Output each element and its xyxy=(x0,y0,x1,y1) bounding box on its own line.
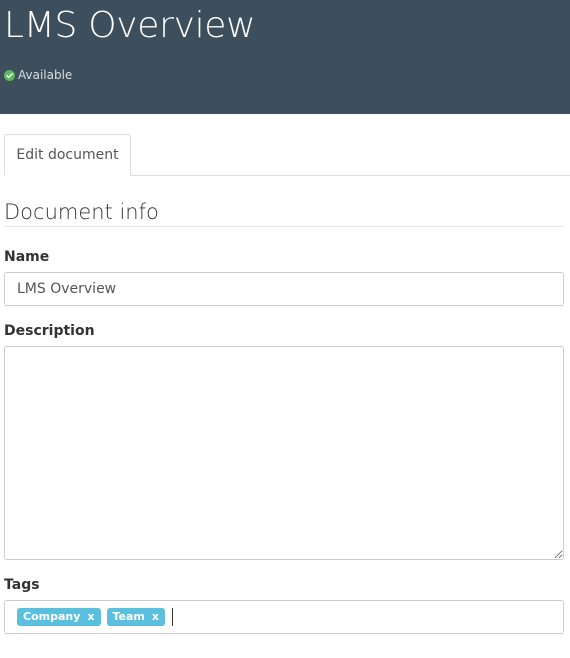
tab-edit-document[interactable]: Edit document xyxy=(4,134,131,176)
tab-bar: Edit document xyxy=(4,134,570,176)
description-textarea[interactable] xyxy=(4,346,564,560)
name-label: Name xyxy=(4,249,50,265)
tag-team: Team x xyxy=(106,608,165,626)
tags-input[interactable]: Company x Team x xyxy=(4,600,564,634)
check-circle-icon xyxy=(4,69,15,81)
page-title: LMS Overview xyxy=(4,5,256,46)
tag-label: Company xyxy=(23,610,81,623)
tag-company: Company x xyxy=(17,608,101,626)
tag-remove-button[interactable]: x xyxy=(152,608,159,626)
description-label: Description xyxy=(4,323,95,339)
tag-remove-button[interactable]: x xyxy=(87,608,94,626)
page-header: LMS Overview Available xyxy=(0,0,570,114)
section-divider xyxy=(4,226,564,227)
section-title: Document info xyxy=(4,200,159,224)
tags-label: Tags xyxy=(4,577,40,593)
name-input[interactable] xyxy=(4,272,564,306)
status-label: Available xyxy=(18,68,73,82)
status-indicator: Available xyxy=(4,67,72,83)
tag-label: Team xyxy=(112,610,145,623)
text-cursor xyxy=(172,608,173,626)
